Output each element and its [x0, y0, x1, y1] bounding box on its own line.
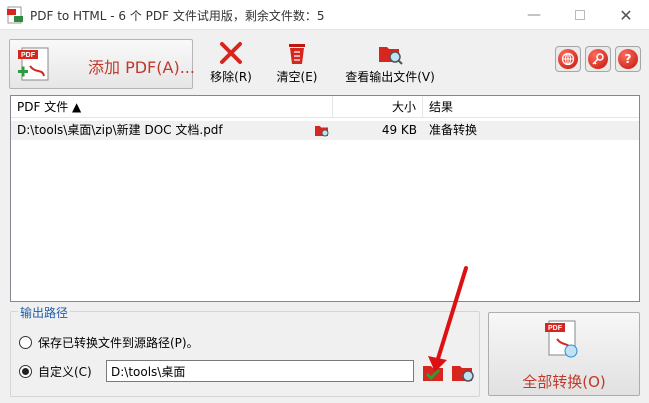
minimize-button[interactable]: — [511, 0, 557, 30]
minimize-icon: — [527, 7, 541, 23]
save-to-source-radio[interactable] [19, 336, 32, 349]
output-path-title: 输出路径 [18, 304, 71, 321]
maximize-button[interactable] [557, 0, 603, 30]
file-list-header: PDF 文件 ▲ 大小 结果 [11, 96, 639, 118]
remove-x-icon [220, 42, 242, 64]
remove-button[interactable]: 移除(R) [208, 40, 254, 86]
title-bar: PDF to HTML - 6 个 PDF 文件试用版，剩余文件数：5 — ✕ [0, 0, 649, 30]
column-header-result[interactable]: 结果 [423, 96, 639, 118]
browse-folder-button[interactable] [421, 360, 447, 384]
add-pdf-label: 添加 PDF(A)... [88, 58, 195, 77]
globe-icon [558, 49, 578, 69]
convert-all-label: 全部转换(O) [522, 373, 606, 391]
close-icon: ✕ [619, 5, 633, 25]
output-path-group [10, 311, 480, 397]
file-path-cell: D:\tools\桌面\zip\新建 DOC 文档.pdf [11, 121, 333, 140]
clear-label: 清空(E) [276, 70, 318, 84]
file-list[interactable]: PDF 文件 ▲ 大小 结果 D:\tools\桌面\zip\新建 DOC 文档… [10, 95, 640, 302]
help-button[interactable]: ? [615, 46, 641, 72]
app-icon [7, 6, 23, 24]
custom-path-radio[interactable] [19, 365, 32, 378]
recycle-bin-icon [289, 44, 305, 64]
open-folder-icon[interactable] [314, 123, 330, 138]
add-pdf-button[interactable]: PDF 添加 PDF(A)... [9, 39, 195, 89]
add-pdf-icon: PDF [18, 47, 49, 81]
custom-path-label[interactable]: 自定义(C) [38, 363, 92, 380]
folder-search-icon [379, 47, 403, 65]
maximize-icon [575, 10, 585, 20]
help-icon: ? [618, 49, 638, 69]
view-output-label: 查看输出文件(V) [345, 70, 435, 84]
browse-folder-icon [423, 366, 443, 381]
save-to-source-label[interactable]: 保存已转换文件到源路径(P)。 [38, 334, 199, 351]
register-button[interactable] [585, 46, 611, 72]
remove-label: 移除(R) [210, 70, 252, 84]
table-row[interactable]: D:\tools\桌面\zip\新建 DOC 文档.pdf 49 KB 准备转换 [11, 121, 639, 140]
key-icon [588, 49, 608, 69]
convert-all-button[interactable]: PDF 全部转换(O) [488, 312, 640, 396]
website-button[interactable] [555, 46, 581, 72]
svg-text:PDF: PDF [21, 52, 36, 59]
folder-search-icon [452, 366, 474, 382]
column-header-size[interactable]: 大小 [333, 96, 423, 118]
clear-button[interactable]: 清空(E) [275, 40, 319, 86]
open-output-folder-button[interactable] [450, 360, 476, 384]
column-header-file[interactable]: PDF 文件 ▲ [11, 96, 333, 118]
view-output-button[interactable]: 查看输出文件(V) [341, 40, 439, 86]
svg-text:PDF: PDF [548, 325, 563, 332]
convert-pdf-icon: PDF [545, 320, 578, 358]
window-title: PDF to HTML - 6 个 PDF 文件试用版，剩余文件数：5 [30, 9, 325, 23]
file-size-cell: 49 KB [333, 121, 423, 140]
file-status-cell: 准备转换 [423, 121, 639, 140]
output-path-input[interactable] [106, 360, 414, 382]
close-button[interactable]: ✕ [603, 0, 649, 30]
